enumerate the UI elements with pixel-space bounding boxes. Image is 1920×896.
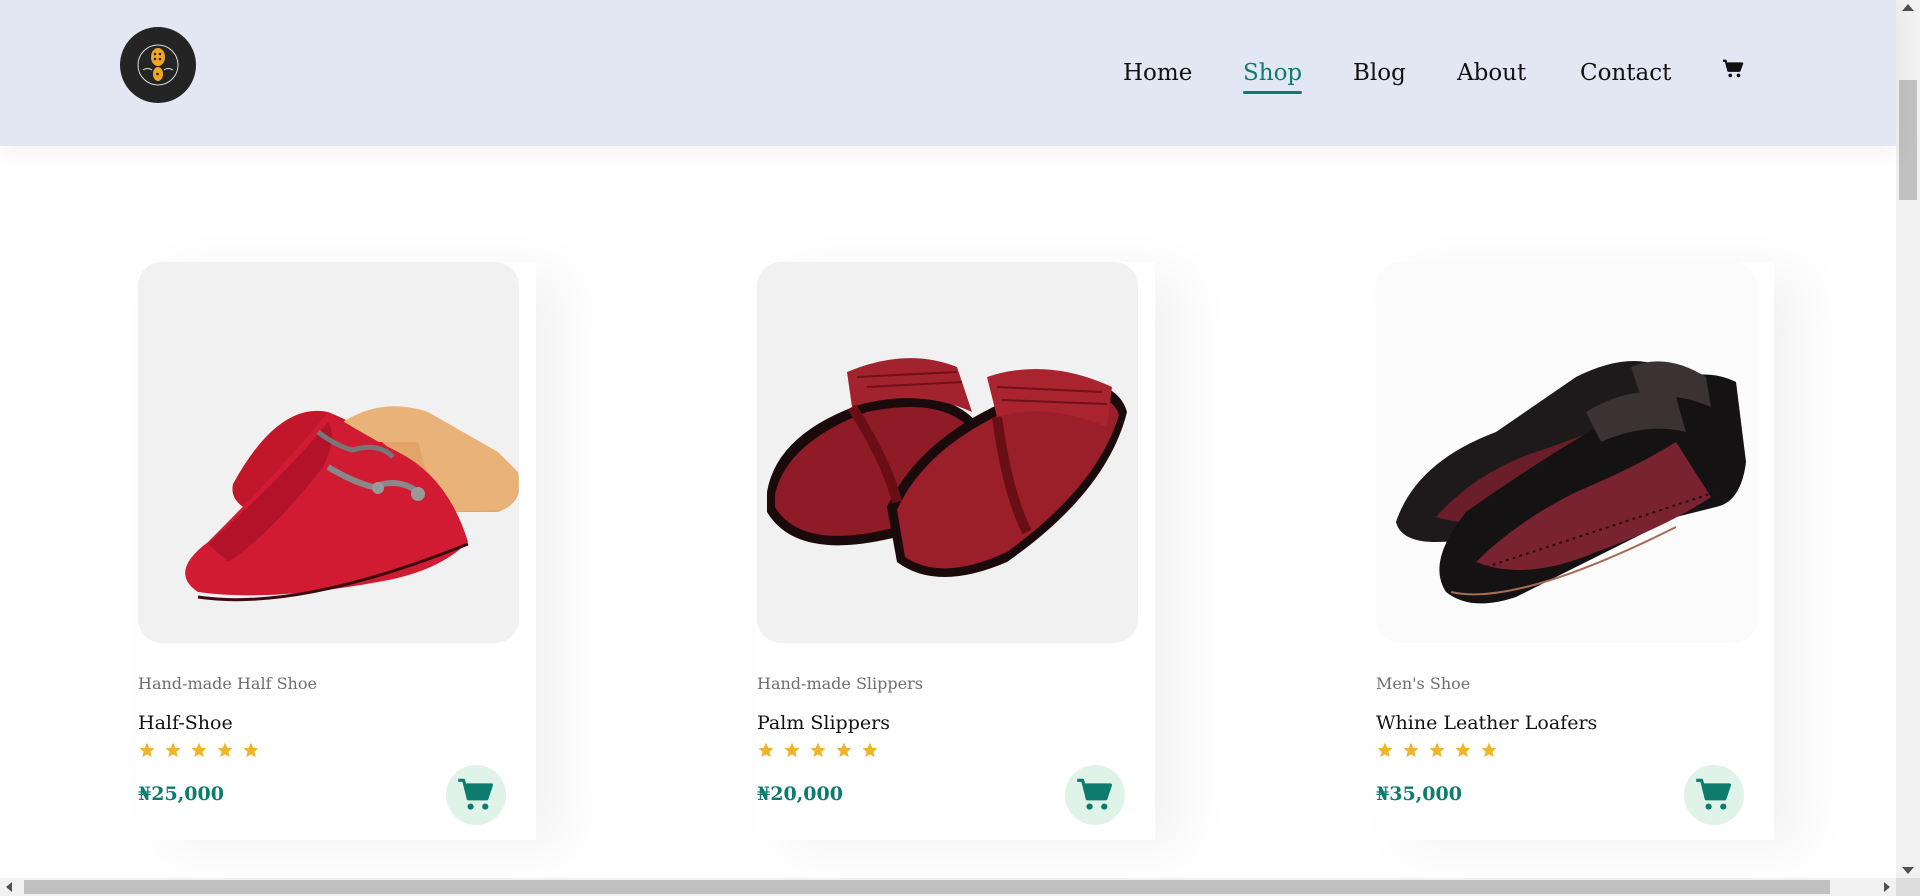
horizontal-scrollbar[interactable]: [0, 878, 1896, 896]
product-card[interactable]: Men's Shoe Whine Leather Loafers ₦35,000: [1376, 262, 1774, 840]
product-image[interactable]: [138, 262, 519, 643]
star-icon: [758, 742, 774, 758]
nav-home[interactable]: Home: [1123, 56, 1192, 90]
product-card[interactable]: Hand-made Half Shoe Half-Shoe ₦25,000: [138, 262, 536, 840]
scroll-up-arrow-icon[interactable]: [1902, 4, 1914, 11]
star-icon: [784, 742, 800, 758]
product-category: Hand-made Half Shoe: [138, 674, 317, 693]
product-image[interactable]: [757, 262, 1138, 643]
product-price: ₦20,000: [757, 783, 843, 805]
nav-blog[interactable]: Blog: [1353, 56, 1406, 90]
nav-contact[interactable]: Contact: [1580, 56, 1671, 90]
vertical-scrollbar[interactable]: [1896, 0, 1920, 878]
add-to-cart-button[interactable]: [1684, 765, 1744, 825]
rating-stars: [757, 741, 879, 759]
star-icon: [1403, 742, 1419, 758]
product-price: ₦25,000: [138, 783, 224, 805]
star-icon: [836, 742, 852, 758]
scroll-left-arrow-icon[interactable]: [6, 882, 12, 892]
vertical-scroll-thumb[interactable]: [1899, 80, 1917, 200]
product-image[interactable]: [1376, 262, 1757, 643]
star-icon: [810, 742, 826, 758]
nav-about[interactable]: About: [1457, 56, 1526, 90]
star-icon: [243, 742, 259, 758]
star-icon: [862, 742, 878, 758]
product-price: ₦35,000: [1376, 783, 1462, 805]
horizontal-scroll-thumb[interactable]: [24, 880, 1830, 894]
product-name[interactable]: Whine Leather Loafers: [1376, 712, 1597, 734]
nav-shop[interactable]: Shop: [1243, 56, 1303, 94]
product-name[interactable]: Palm Slippers: [757, 712, 890, 734]
cart-icon[interactable]: [1722, 58, 1744, 80]
rating-stars: [1376, 741, 1498, 759]
product-name[interactable]: Half-Shoe: [138, 712, 233, 734]
star-icon: [217, 742, 233, 758]
scroll-down-arrow-icon[interactable]: [1902, 867, 1914, 874]
main-nav: Home Shop Blog About Contact: [0, 56, 1896, 96]
site-header: Home Shop Blog About Contact: [0, 0, 1896, 146]
scroll-right-arrow-icon[interactable]: [1884, 882, 1890, 892]
star-icon: [1429, 742, 1445, 758]
star-icon: [191, 742, 207, 758]
scrollbar-corner: [1896, 878, 1920, 896]
cart-icon: [1696, 778, 1731, 810]
cart-icon: [1077, 778, 1112, 810]
star-icon: [1455, 742, 1471, 758]
product-card[interactable]: Hand-made Slippers Palm Slippers ₦20,000: [757, 262, 1155, 840]
star-icon: [1377, 742, 1393, 758]
rating-stars: [138, 741, 260, 759]
star-icon: [1481, 742, 1497, 758]
star-icon: [165, 742, 181, 758]
star-icon: [139, 742, 155, 758]
cart-icon: [458, 778, 493, 810]
product-category: Men's Shoe: [1376, 674, 1471, 693]
add-to-cart-button[interactable]: [1065, 765, 1125, 825]
add-to-cart-button[interactable]: [446, 765, 506, 825]
product-category: Hand-made Slippers: [757, 674, 923, 693]
